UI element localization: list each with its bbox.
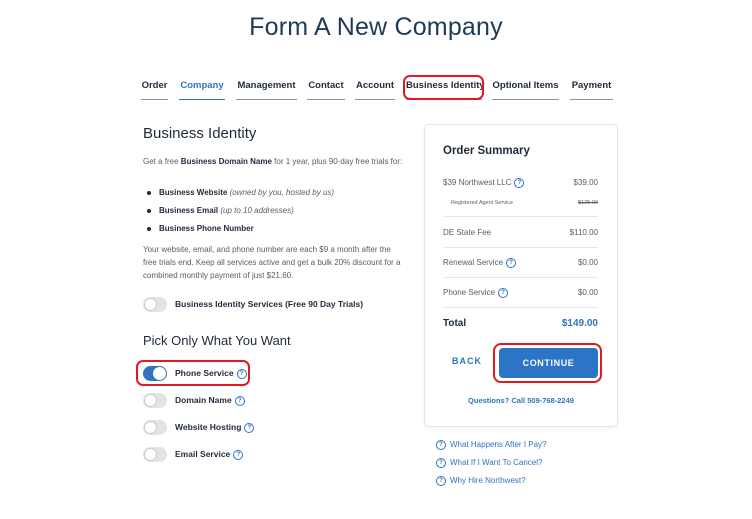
- intro-prefix: Get a free: [143, 157, 181, 166]
- faq-link-label: Why Hire Northwest?: [450, 476, 526, 486]
- summary-row-amount: $0.00: [577, 288, 598, 297]
- phone-service-label: Phone Service: [175, 368, 234, 378]
- bullet-label: Business Phone Number: [159, 224, 254, 233]
- phone-service-toggle[interactable]: [143, 366, 167, 381]
- summary-row-label: DE State Fee: [443, 228, 492, 237]
- faq-link[interactable]: ? What If I Want To Cancel?: [436, 458, 542, 468]
- questions-phone-link[interactable]: Questions? Call 509-768-2249: [424, 396, 618, 405]
- summary-total-amount: $149.00: [561, 318, 598, 329]
- step-tabs: Order Company Management Contact Account…: [0, 80, 752, 104]
- back-button[interactable]: BACK: [450, 356, 484, 370]
- summary-row-label: Phone Service: [443, 288, 496, 298]
- website-hosting-option: Website Hosting?: [175, 421, 255, 433]
- question-circle-icon[interactable]: ?: [514, 178, 525, 188]
- intro-bold: Business Domain Name: [180, 157, 272, 166]
- tab-contact[interactable]: Contact: [307, 80, 345, 100]
- question-circle-icon: ?: [436, 458, 446, 468]
- summary-row-amount: $125.00: [578, 200, 598, 206]
- pricing-text: Your website, email, and phone number ar…: [143, 245, 401, 280]
- domain-name-toggle[interactable]: [143, 393, 167, 408]
- bullet-note: (owned by you, hosted by us): [229, 188, 335, 197]
- faq-link-label: What If I Want To Cancel?: [450, 458, 543, 468]
- question-circle-icon: ?: [436, 476, 446, 486]
- business-identity-toggle-label: Business Identity Services (Free 90 Day …: [175, 299, 364, 309]
- question-circle-icon[interactable]: ?: [244, 422, 255, 433]
- email-service-toggle[interactable]: [143, 447, 167, 462]
- phone-service-option: Phone Service?: [175, 367, 247, 379]
- tab-optional-items[interactable]: Optional Items: [492, 80, 559, 100]
- business-identity-toggle[interactable]: [143, 297, 167, 312]
- faq-link-label: What Happens After I Pay?: [450, 440, 547, 450]
- intro-suffix: for 1 year, plus 90-day free trials for:: [271, 157, 403, 166]
- website-hosting-label: Website Hosting: [175, 422, 242, 432]
- bullet-label: Business Email: [159, 206, 219, 215]
- order-summary-card: [424, 124, 618, 427]
- bullet-label: Business Website: [159, 188, 228, 197]
- email-service-option: Email Service?: [175, 448, 244, 460]
- summary-row-label: Registered Agent Service: [451, 200, 514, 206]
- bullet-note: (up to 10 addresses): [220, 206, 294, 215]
- trial-list: Business Website (owned by you, hosted b…: [145, 186, 334, 240]
- question-circle-icon: ?: [436, 440, 446, 450]
- divider: [443, 307, 598, 308]
- question-circle-icon[interactable]: ?: [236, 368, 247, 379]
- question-circle-icon[interactable]: ?: [506, 258, 517, 268]
- summary-row-label: $39 Northwest LLC: [443, 178, 512, 188]
- question-circle-icon[interactable]: ?: [234, 395, 245, 406]
- summary-row: Registered Agent Service $125.00: [443, 200, 598, 206]
- toggle-knob: [144, 448, 157, 461]
- question-circle-icon[interactable]: ?: [233, 449, 244, 460]
- summary-total-row: Total $149.00: [443, 318, 598, 329]
- list-item: Business Phone Number: [145, 222, 334, 240]
- website-hosting-toggle[interactable]: [143, 420, 167, 435]
- toggle-knob: [144, 421, 157, 434]
- toggle-knob: [153, 367, 166, 380]
- summary-row: Phone Service? $0.00: [443, 288, 598, 298]
- page-title: Form A New Company: [249, 13, 503, 41]
- summary-row: DE State Fee $110.00: [443, 228, 598, 237]
- tab-account[interactable]: Account: [355, 80, 395, 100]
- faq-link[interactable]: ? Why Hire Northwest?: [436, 476, 526, 486]
- divider: [443, 247, 598, 248]
- intro-text: Get a free Business Domain Name for 1 ye…: [143, 155, 405, 168]
- domain-name-label: Domain Name: [175, 395, 232, 405]
- tab-company[interactable]: Company: [179, 80, 225, 100]
- toggle-knob: [144, 394, 157, 407]
- faq-link[interactable]: ? What Happens After I Pay?: [436, 440, 547, 450]
- summary-row: Renewal Service? $0.00: [443, 258, 598, 268]
- question-circle-icon[interactable]: ?: [498, 288, 509, 298]
- tab-management[interactable]: Management: [236, 80, 297, 100]
- list-item: Business Email (up to 10 addresses): [145, 204, 334, 222]
- list-item: Business Website (owned by you, hosted b…: [145, 186, 334, 204]
- tab-payment[interactable]: Payment: [570, 80, 613, 100]
- summary-total-label: Total: [443, 318, 467, 329]
- divider: [443, 277, 598, 278]
- toggle-knob: [144, 298, 157, 311]
- divider: [443, 216, 598, 217]
- tab-order[interactable]: Order: [141, 80, 168, 100]
- section-heading-pick: Pick Only What You Want: [143, 333, 291, 348]
- summary-row-amount: $110.00: [569, 228, 598, 237]
- summary-row: $39 Northwest LLC? $39.00: [443, 178, 598, 188]
- domain-name-option: Domain Name?: [175, 394, 245, 406]
- order-summary-title: Order Summary: [443, 145, 530, 157]
- summary-row-amount: $0.00: [577, 258, 598, 267]
- continue-button[interactable]: CONTINUE: [499, 348, 598, 378]
- summary-row-label: Renewal Service: [443, 258, 504, 268]
- summary-row-amount: $39.00: [573, 178, 598, 187]
- section-heading-business-identity: Business Identity: [143, 125, 257, 142]
- email-service-label: Email Service: [175, 449, 231, 459]
- tab-business-identity[interactable]: Business Identity: [406, 80, 485, 100]
